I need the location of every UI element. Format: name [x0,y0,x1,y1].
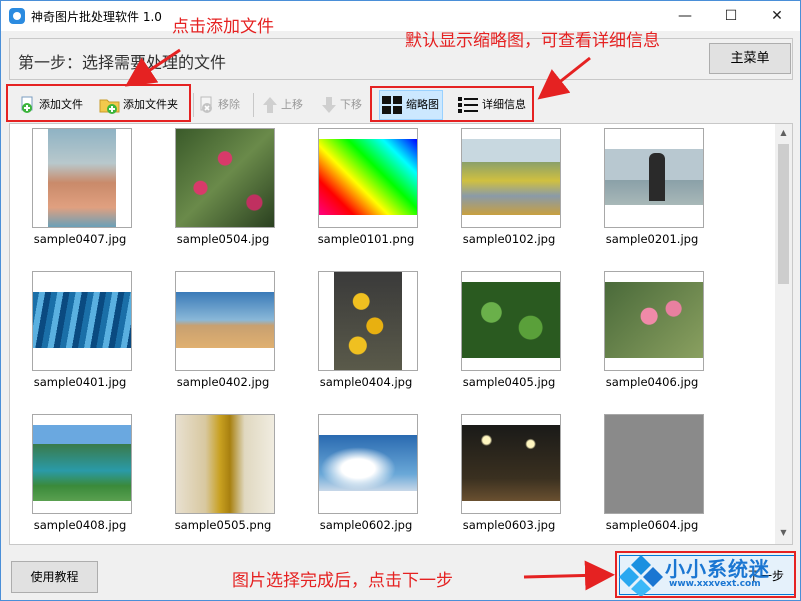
file-name: sample0406.jpg [605,375,699,389]
file-name: sample0405.jpg [462,375,556,389]
file-thumbnail[interactable]: sample0406.jpg [582,267,722,397]
file-name: sample0603.jpg [462,518,556,532]
thumbnail-image [604,414,704,514]
file-name: sample0407.jpg [33,232,127,246]
scroll-down-icon[interactable]: ▼ [778,528,789,537]
file-thumbnail[interactable]: sample0404.jpg [296,267,436,397]
file-thumbnail[interactable]: sample0407.jpg [10,124,150,254]
file-name: sample0401.jpg [33,375,127,389]
arrow-down-icon [322,97,336,113]
file-name: sample0402.jpg [176,375,270,389]
file-name: sample0101.png [317,232,415,246]
file-thumbnail[interactable]: sample0405.jpg [439,267,579,397]
thumbnail-image [604,128,704,228]
remove-icon [200,96,212,113]
thumbnail-image [32,271,132,371]
move-down-label: 下移 [340,98,362,111]
thumbnail-image [461,271,561,371]
file-thumbnail[interactable]: sample0603.jpg [439,410,579,540]
thumbnail-image [175,128,275,228]
file-thumbnail[interactable]: sample0401.jpg [10,267,150,397]
title-bar[interactable]: 神奇图片批处理软件 1.0 — ☐ ✕ [1,1,800,31]
vertical-scrollbar[interactable]: ▲ ▼ [775,124,792,544]
add-buttons-highlight [6,84,191,122]
toolbar-separator [193,93,194,117]
remove-label: 移除 [218,98,240,111]
thumbnail-image [461,128,561,228]
next-hint: 图片选择完成后，点击下一步 [232,571,453,591]
file-thumbnail[interactable]: sample0408.jpg [10,410,150,540]
file-thumbnail[interactable]: sample0201.jpg [582,124,722,254]
file-thumbnail[interactable]: sample0101.png [296,124,436,254]
maximize-button[interactable]: ☐ [708,1,754,31]
step-title: 第一步：选择需要处理的文件 [18,53,227,72]
arrow-up-icon [263,97,277,113]
file-name: sample0602.jpg [319,518,413,532]
step-header: 第一步：选择需要处理的文件 [9,38,793,80]
thumbnail-image [461,414,561,514]
remove-button[interactable]: 移除 [198,89,240,121]
file-name: sample0201.jpg [605,232,699,246]
thumbnail-image [32,414,132,514]
scrollbar-thumb[interactable] [778,144,789,284]
file-thumbnail[interactable]: sample0604.jpg [582,410,722,540]
file-name: sample0408.jpg [33,518,127,532]
thumbnail-image [175,271,275,371]
tutorial-button[interactable]: 使用教程 [11,561,98,593]
thumbnail-image [32,128,132,228]
move-up-button[interactable]: 上移 [261,89,303,121]
toolbar-separator [253,93,254,117]
file-thumbnail[interactable]: sample0102.jpg [439,124,579,254]
close-button[interactable]: ✕ [754,1,800,31]
window-title: 神奇图片批处理软件 1.0 [31,10,162,24]
file-thumbnail[interactable]: sample0402.jpg [153,267,293,397]
view-buttons-highlight [370,86,534,122]
thumbnail-image [318,271,418,371]
file-name: sample0504.jpg [176,232,270,246]
move-up-label: 上移 [281,98,303,111]
file-name: sample0404.jpg [319,375,413,389]
file-thumbnail[interactable]: sample0505.png [153,410,293,540]
next-button-highlight [615,551,796,598]
file-thumbnail[interactable]: sample0602.jpg [296,410,436,540]
file-name: sample0505.png [174,518,272,532]
minimize-button[interactable]: — [662,1,708,31]
view-hint: 默认显示缩略图，可查看详细信息 [405,31,660,51]
scroll-up-icon[interactable]: ▲ [778,128,789,137]
thumbnail-image [318,414,418,514]
thumbnail-image [175,414,275,514]
file-name: sample0604.jpg [605,518,699,532]
thumbnail-grid: sample0407.jpg sample0504.jpg sample0101… [9,123,793,545]
move-down-button[interactable]: 下移 [320,89,362,121]
add-file-hint: 点击添加文件 [172,17,274,37]
main-menu-button[interactable]: 主菜单 [709,43,791,74]
file-name: sample0102.jpg [462,232,556,246]
app-icon [9,8,25,24]
thumbnail-image [318,128,418,228]
thumbnail-image [604,271,704,371]
file-thumbnail[interactable]: sample0504.jpg [153,124,293,254]
